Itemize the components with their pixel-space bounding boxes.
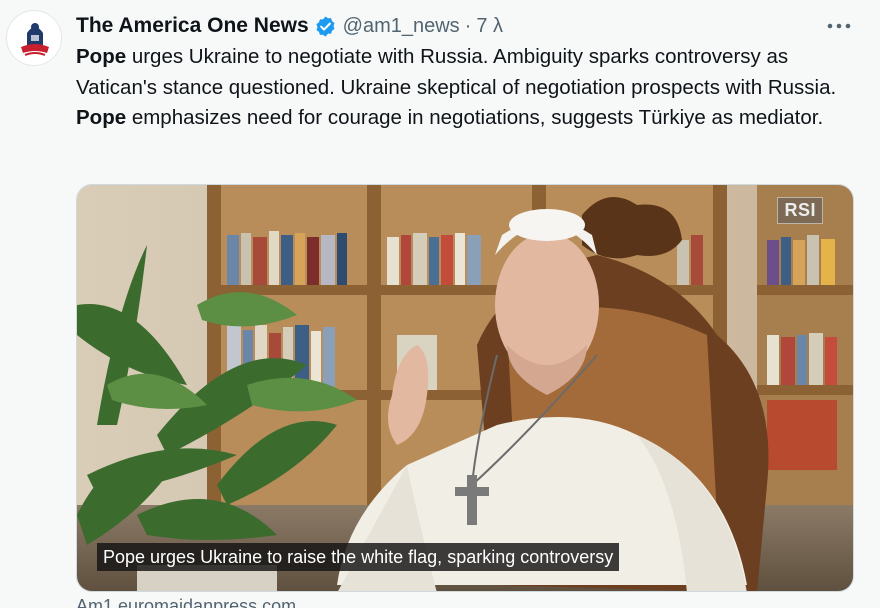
more-options-icon[interactable] [824, 14, 854, 38]
video-caption: Pope urges Ukraine to raise the white fl… [97, 543, 620, 571]
tweet-text-segment: Pope [76, 45, 127, 68]
tweet-header: The America One News @am1_news · 7 λ [76, 12, 503, 40]
tweet-text-segment: Pope [76, 106, 127, 129]
author-avatar[interactable] [6, 10, 62, 66]
header-separator: · [464, 14, 472, 37]
video-still-image [77, 185, 853, 591]
tweet-timestamp[interactable]: 7 λ [476, 15, 503, 38]
link-card-domain[interactable]: Am1 euromaidanpress.com [76, 596, 296, 608]
tweet-text: Pope urges Ukraine to negotiate with Rus… [76, 42, 866, 134]
tweet-text-segment: urges Ukraine to negotiate with Russia. … [76, 45, 837, 99]
author-display-name[interactable]: The America One News [76, 14, 309, 38]
avatar-logo-icon [8, 12, 61, 65]
tweet-media-image[interactable]: RSI Pope urges Ukraine to raise the whit… [76, 184, 854, 592]
tweet-card[interactable]: The America One News @am1_news · 7 λ Pop… [0, 0, 880, 608]
rsi-watermark: RSI [777, 197, 823, 224]
author-handle[interactable]: @am1_news [343, 15, 460, 38]
verified-badge-icon [314, 15, 337, 38]
tweet-text-segment: emphasizes need for courage in negotiati… [126, 106, 824, 129]
